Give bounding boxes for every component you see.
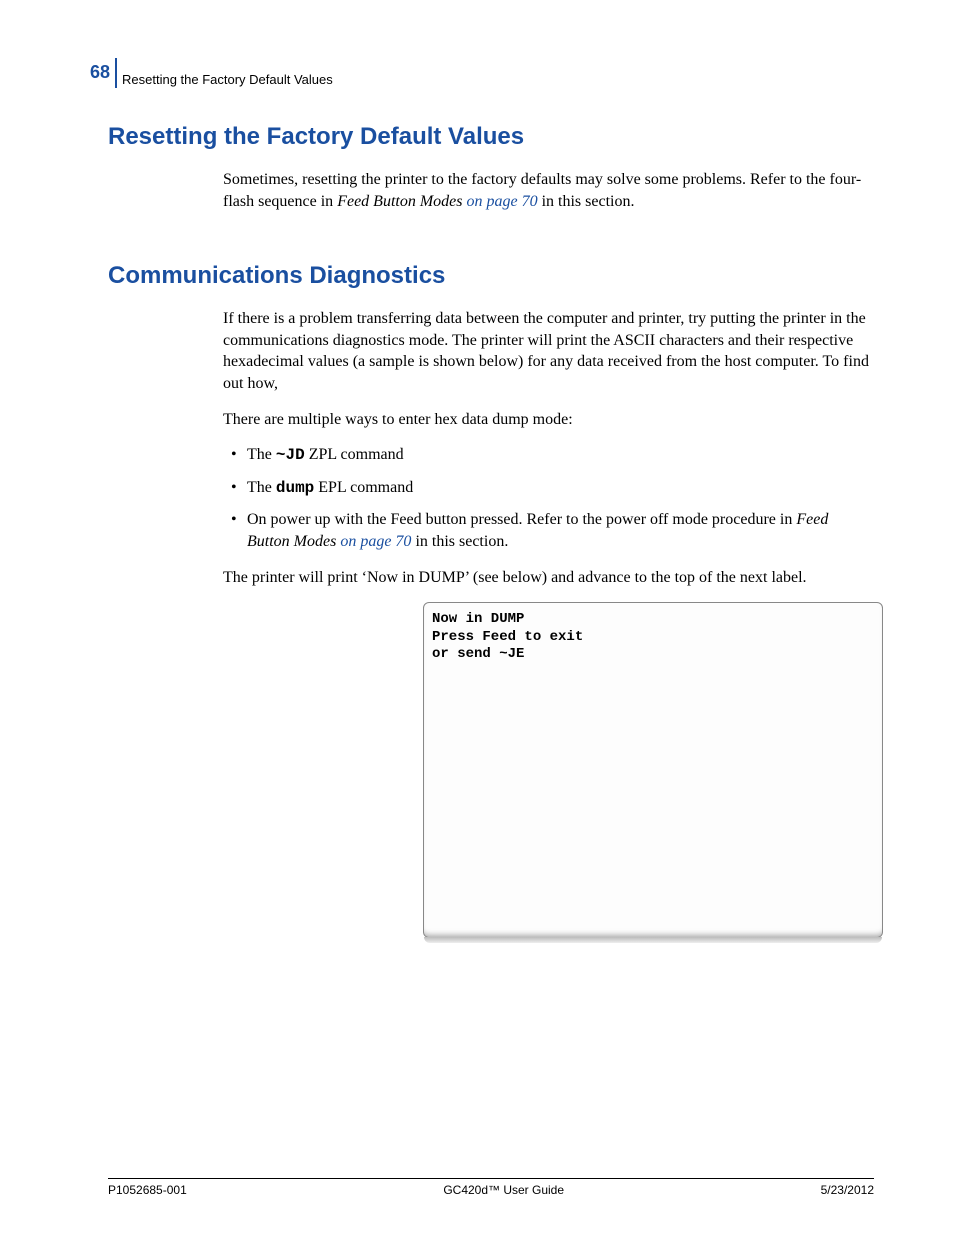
footer-doc-id: P1052685-001 — [108, 1183, 187, 1197]
section2-para3: The printer will print ‘Now in DUMP’ (se… — [223, 567, 874, 589]
dump-line2: Press Feed to exit — [432, 629, 874, 647]
dump-label-sample-wrap: Now in DUMP Press Feed to exit or send ~… — [423, 602, 883, 938]
link-page-70[interactable]: on page 70 — [336, 533, 411, 550]
code-dump: dump — [276, 479, 314, 497]
page-footer: P1052685-001 GC420d™ User Guide 5/23/201… — [108, 1178, 874, 1197]
code-jd: ~JD — [276, 446, 305, 464]
list-item: On power up with the Feed button pressed… — [223, 509, 874, 552]
text: EPL command — [314, 479, 413, 496]
text: The — [247, 446, 276, 463]
dump-line1: Now in DUMP — [432, 611, 874, 629]
page-number: 68 — [80, 58, 110, 83]
dump-line3: or send ~JE — [432, 646, 874, 664]
text: ZPL command — [305, 446, 404, 463]
footer-date: 5/23/2012 — [821, 1183, 874, 1197]
dump-label-sample: Now in DUMP Press Feed to exit or send ~… — [423, 602, 883, 938]
page: 68 Resetting the Factory Default Values … — [0, 0, 954, 1165]
section2-body: If there is a problem transferring data … — [223, 308, 874, 938]
link-feed-button-modes-pre: Feed Button Modes — [337, 193, 462, 210]
text: in this section. — [411, 533, 508, 550]
list-item: The dump EPL command — [223, 477, 874, 500]
hex-dump-modes-list: The ~JD ZPL command The dump EPL command… — [223, 444, 874, 552]
section-heading-reset: Resetting the Factory Default Values — [108, 123, 874, 151]
content-area: Resetting the Factory Default Values Som… — [80, 123, 874, 938]
section2-para2: There are multiple ways to enter hex dat… — [223, 409, 874, 431]
link-page-70[interactable]: on page 70 — [462, 193, 537, 210]
header-divider — [115, 58, 117, 88]
text: On power up with the Feed button pressed… — [247, 511, 796, 528]
text: in this section. — [538, 193, 635, 210]
section-heading-comm-diag: Communications Diagnostics — [108, 262, 874, 290]
header-section-title: Resetting the Factory Default Values — [122, 58, 333, 87]
section1-body: Sometimes, resetting the printer to the … — [223, 169, 874, 212]
section1-paragraph: Sometimes, resetting the printer to the … — [223, 169, 874, 212]
footer-doc-title: GC420d™ User Guide — [443, 1183, 564, 1197]
list-item: The ~JD ZPL command — [223, 444, 874, 467]
section2-para1: If there is a problem transferring data … — [223, 308, 874, 394]
page-header: 68 Resetting the Factory Default Values — [80, 58, 874, 88]
text: The — [247, 479, 276, 496]
